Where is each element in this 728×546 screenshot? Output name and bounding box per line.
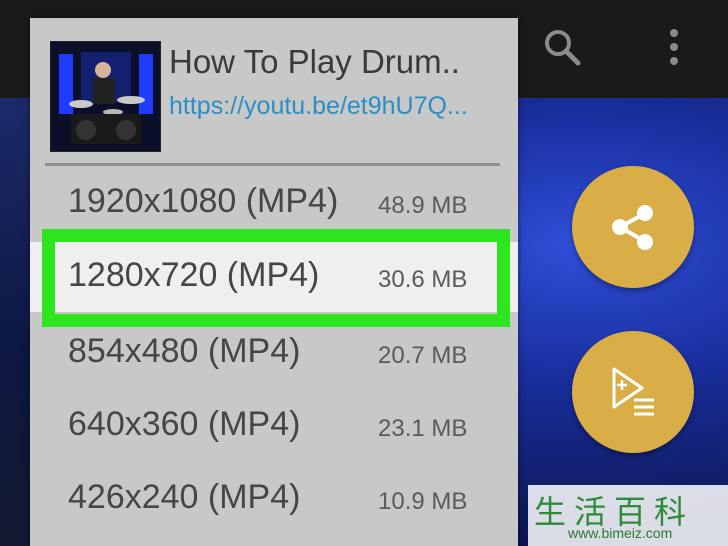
video-thumbnail [50, 41, 161, 152]
share-button[interactable] [572, 166, 694, 288]
format-size: 20.7 MB [378, 342, 468, 369]
format-resolution: 854x480 (MP4) [68, 332, 301, 370]
format-row-640x360[interactable]: 640x360 (MP4) 23.1 MB [30, 391, 518, 461]
format-size: 10.9 MB [378, 488, 468, 515]
search-icon[interactable] [540, 25, 584, 69]
format-size: 48.9 MB [378, 192, 468, 219]
more-vert-icon[interactable] [652, 25, 696, 69]
selection-highlight-box [42, 229, 510, 327]
playlist-add-icon [612, 367, 654, 416]
add-to-playlist-button[interactable] [572, 331, 694, 453]
format-size: 23.1 MB [378, 415, 468, 442]
format-row-426x240[interactable]: 426x240 (MP4) 10.9 MB [30, 464, 518, 534]
watermark-url: www.bimeiz.com [568, 525, 673, 541]
format-row-854x480[interactable]: 854x480 (MP4) 20.7 MB [30, 318, 518, 388]
watermark: 生活百科 www.bimeiz.com [528, 485, 728, 546]
share-icon [612, 205, 653, 250]
background-video-left-strip [0, 95, 30, 546]
format-resolution: 1920x1080 (MP4) [68, 182, 339, 220]
video-url[interactable]: https://youtu.be/et9hU7Q... [169, 92, 468, 121]
format-resolution: 426x240 (MP4) [68, 478, 301, 516]
format-row-1920x1080[interactable]: 1920x1080 (MP4) 48.9 MB [30, 168, 518, 238]
header-divider [45, 163, 500, 166]
format-resolution: 640x360 (MP4) [68, 405, 301, 443]
video-title: How To Play Drum.. [169, 43, 460, 80]
